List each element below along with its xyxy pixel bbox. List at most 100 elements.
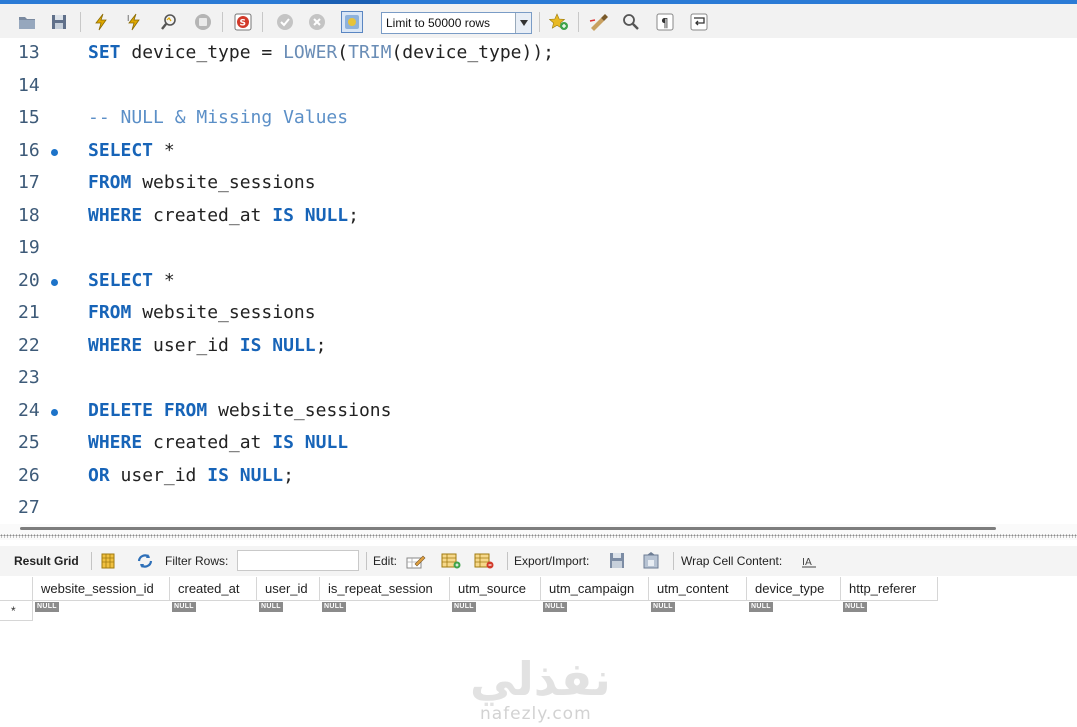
svg-text:I: I <box>127 14 129 23</box>
beautify-icon[interactable] <box>588 11 610 33</box>
line-number: 26 <box>18 464 40 486</box>
column-header[interactable]: user_id <box>257 577 320 601</box>
stop-icon[interactable] <box>192 11 214 33</box>
toggle-error-icon[interactable]: S <box>232 11 254 33</box>
column-header[interactable]: utm_campaign <box>541 577 649 601</box>
delete-row-icon[interactable] <box>473 551 495 571</box>
edit-row-icon[interactable] <box>405 551 427 571</box>
null-cell[interactable]: NULL <box>749 602 773 612</box>
line-number: 23 <box>18 367 40 388</box>
keyword: DELETE <box>88 399 154 421</box>
code-text: WHERE created_at IS NULL <box>88 432 348 453</box>
grid-view-icon[interactable] <box>97 551 119 571</box>
code-line: 21 FROM website_sessions <box>0 298 1077 330</box>
code-line: 26 OR user_id IS NULL; <box>0 461 1077 493</box>
limit-rows-select[interactable]: Limit to 50000 rows <box>381 12 532 34</box>
code-line: 24 DELETE FROM website_sessions <box>0 396 1077 428</box>
code-fragment: ; <box>283 464 294 486</box>
wrap-cell-label: Wrap Cell Content: <box>681 554 783 568</box>
lightning-icon[interactable] <box>90 11 112 33</box>
code-line: 16 SELECT * <box>0 136 1077 168</box>
code-fragment <box>294 205 305 226</box>
null-cell[interactable]: NULL <box>651 602 675 612</box>
keyword: NULL <box>239 464 284 486</box>
refresh-icon[interactable] <box>134 551 156 571</box>
result-grid-tab[interactable]: Result Grid <box>14 554 79 568</box>
line-number: 16 <box>18 139 40 161</box>
statement-marker-icon <box>51 278 58 286</box>
keyword: WHERE <box>88 432 143 453</box>
code-text: SELECT * <box>88 140 175 161</box>
line-number: 15 <box>18 107 40 128</box>
magnifier-explain-icon[interactable] <box>158 11 180 33</box>
export-icon[interactable] <box>607 551 629 571</box>
rollback-icon[interactable] <box>306 11 328 33</box>
keyword: FROM <box>88 302 132 323</box>
column-header[interactable]: utm_source <box>450 577 541 601</box>
null-cell[interactable]: NULL <box>35 602 59 612</box>
column-header[interactable]: website_session_id <box>33 577 170 601</box>
bookmark-add-icon[interactable] <box>548 11 570 33</box>
active-tab-indicator <box>300 0 380 4</box>
line-number: 22 <box>18 334 40 356</box>
keyword: IS <box>272 432 294 453</box>
null-cell[interactable]: NULL <box>543 602 567 612</box>
line-number: 20 <box>18 269 40 291</box>
svg-text:¶: ¶ <box>661 16 669 30</box>
column-header[interactable]: http_referer <box>841 577 938 601</box>
code-fragment: website_sessions <box>207 399 392 421</box>
autocommit-icon[interactable] <box>341 11 363 33</box>
line-number: 14 <box>18 74 40 96</box>
query-toolbar: I S Limit to 50000 rows ¶ <box>0 0 1077 38</box>
code-line: 25 WHERE created_at IS NULL <box>0 428 1077 460</box>
horizontal-scrollbar[interactable] <box>20 527 996 530</box>
code-line: 13 SET device_type = LOWER(TRIM(device_t… <box>0 38 1077 70</box>
code-text: DELETE FROM website_sessions <box>88 400 391 421</box>
wrap-cell-icon[interactable]: IA <box>798 551 820 571</box>
code-text: WHERE user_id IS NULL; <box>88 335 326 356</box>
save-icon[interactable] <box>48 11 70 33</box>
filter-rows-label: Filter Rows: <box>165 554 229 568</box>
line-number: 13 <box>18 42 40 63</box>
column-header[interactable]: created_at <box>170 577 257 601</box>
pane-splitter[interactable] <box>0 524 1077 540</box>
code-fragment: (device_type)); <box>391 42 555 63</box>
sql-editor[interactable]: 13 SET device_type = LOWER(TRIM(device_t… <box>0 38 1077 524</box>
keyword: IS <box>207 464 229 486</box>
invisible-chars-icon[interactable]: ¶ <box>654 11 676 33</box>
code-fragment <box>294 432 305 453</box>
code-fragment <box>229 465 240 486</box>
null-cell[interactable]: NULL <box>452 602 476 612</box>
line-number: 21 <box>18 302 40 323</box>
find-icon[interactable] <box>620 11 642 33</box>
keyword: NULL <box>272 334 316 356</box>
column-header[interactable]: utm_content <box>649 577 747 601</box>
insert-row-icon[interactable] <box>440 551 462 571</box>
sql-comment: -- NULL & Missing Values <box>88 107 349 128</box>
import-icon[interactable] <box>641 551 663 571</box>
code-fragment <box>153 400 164 421</box>
new-row-marker[interactable]: * <box>0 601 33 621</box>
null-cell[interactable]: NULL <box>259 602 283 612</box>
code-fragment: * <box>153 269 175 291</box>
column-header[interactable]: device_type <box>747 577 841 601</box>
column-header[interactable]: is_repeat_session <box>320 577 450 601</box>
null-cell[interactable]: NULL <box>322 602 346 612</box>
chevron-down-icon[interactable] <box>515 13 531 33</box>
filter-rows-input[interactable] <box>237 550 359 571</box>
null-cell[interactable]: NULL <box>172 602 196 612</box>
wrap-lines-icon[interactable] <box>688 11 710 33</box>
code-fragment: device_type = <box>120 42 284 63</box>
null-cell[interactable]: NULL <box>843 602 867 612</box>
code-fragment: website_sessions <box>131 302 316 323</box>
code-fragment: * <box>153 139 175 161</box>
splitter-grip[interactable] <box>0 534 1077 538</box>
keyword: OR <box>88 464 110 486</box>
code-line: 17 FROM website_sessions <box>0 168 1077 200</box>
commit-icon[interactable] <box>274 11 296 33</box>
lightning-cursor-icon[interactable]: I <box>124 11 146 33</box>
code-fragment: created_at <box>142 432 273 453</box>
code-fragment: ( <box>337 42 349 63</box>
folder-icon[interactable] <box>16 11 38 33</box>
statement-marker-icon <box>51 148 58 156</box>
